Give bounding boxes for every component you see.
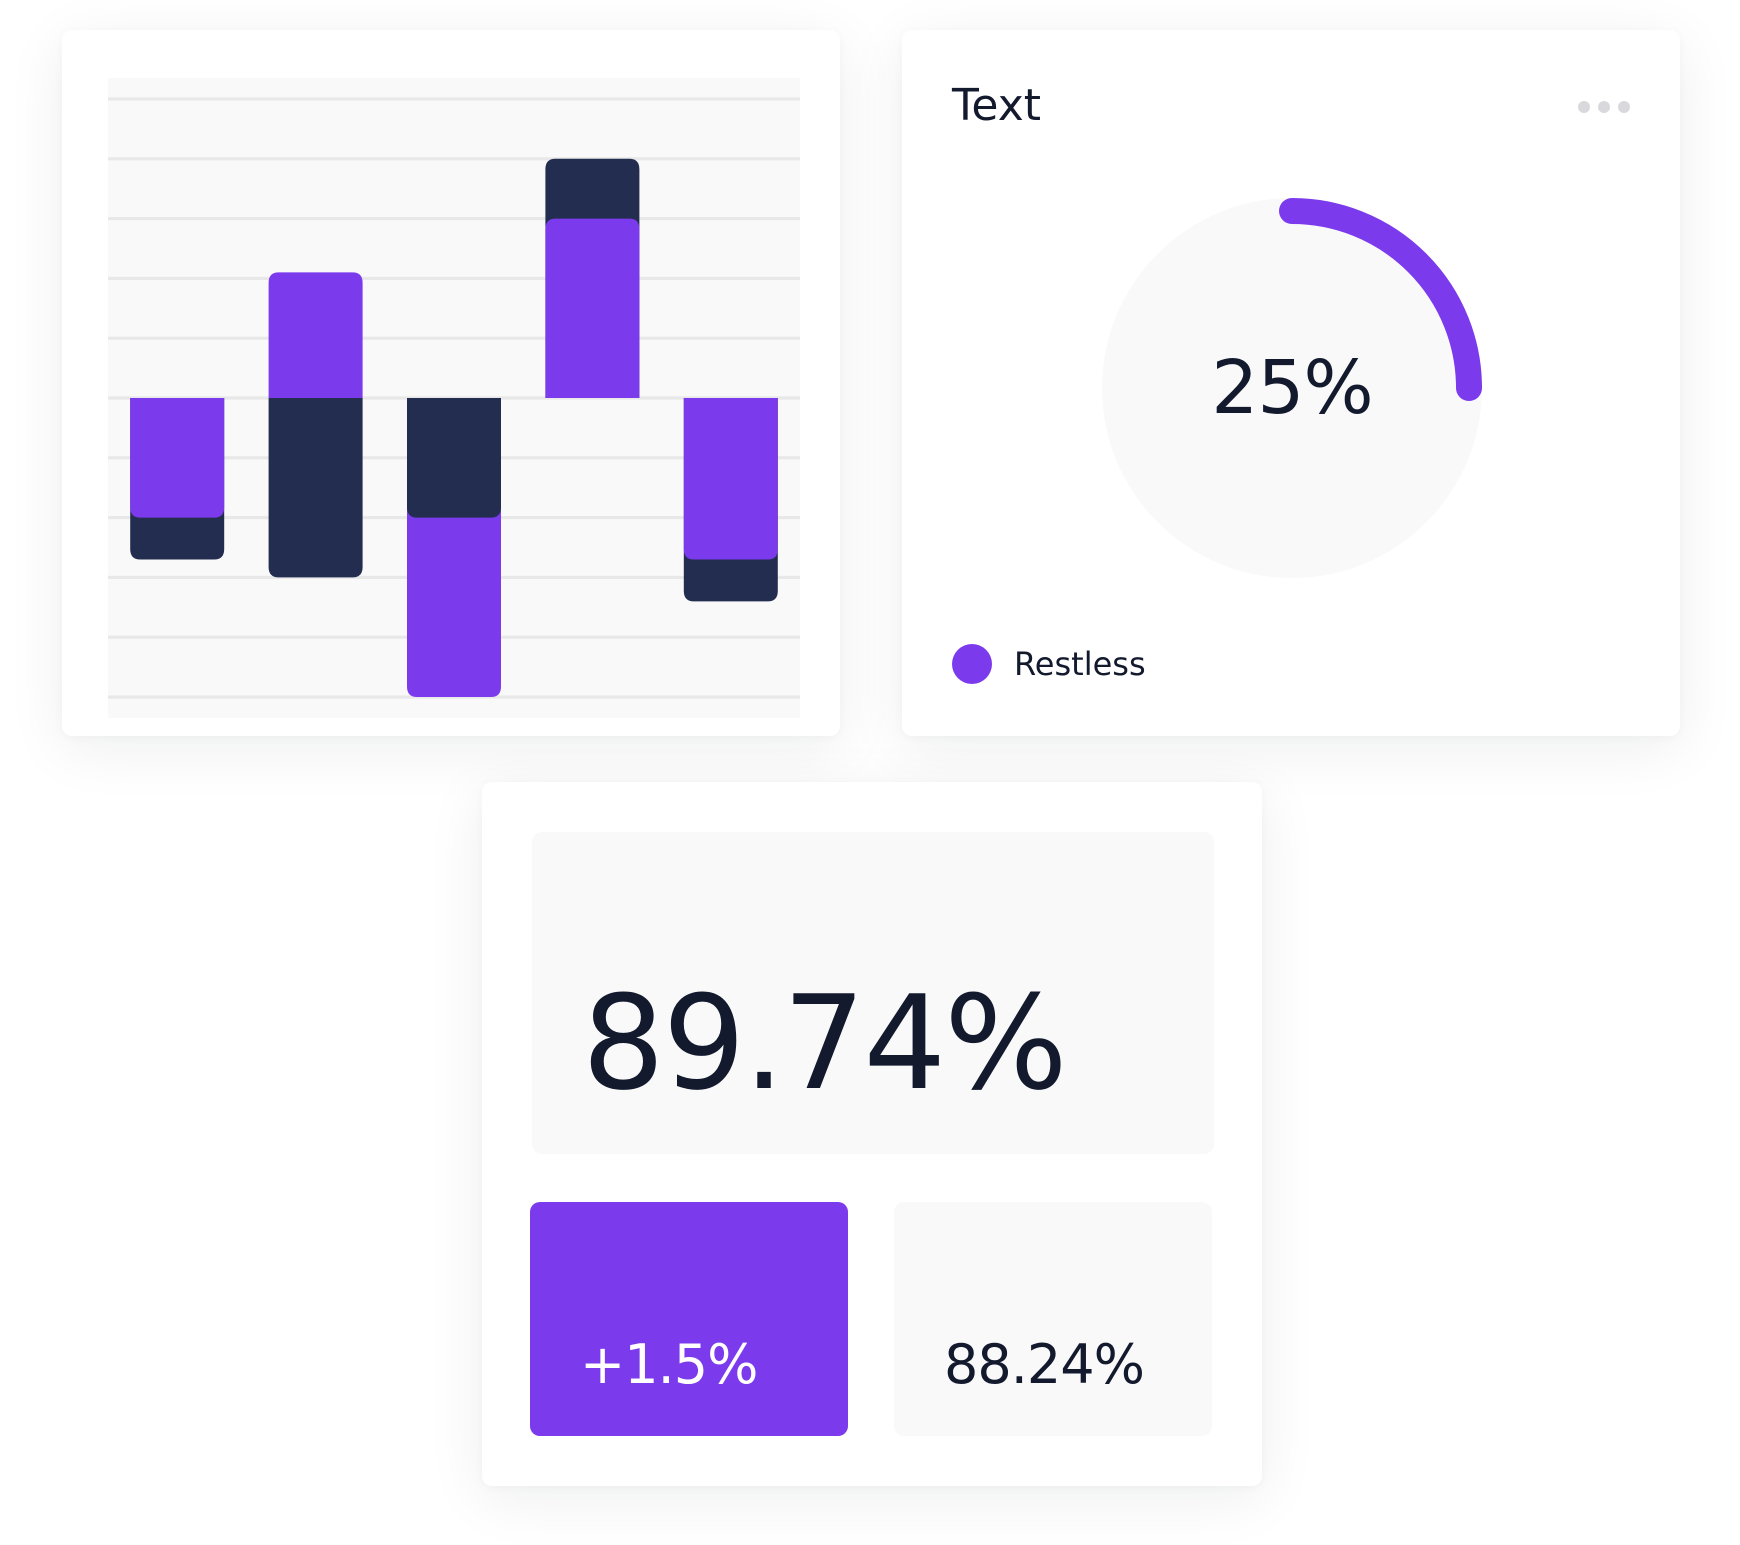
- bar-series-2: [130, 398, 225, 518]
- stat-card: 89.74% +1.5% 88.24%: [482, 782, 1262, 1486]
- dot: [1598, 100, 1610, 113]
- change-stat-tile: +1.5%: [530, 1202, 848, 1436]
- bar-series-2: [545, 218, 640, 398]
- donut-card: Text 25% Restless: [902, 30, 1680, 736]
- bar-series-1: [407, 398, 501, 518]
- bar-chart: [108, 78, 800, 718]
- secondary-stat-tile: 88.24%: [894, 1202, 1212, 1436]
- bar-series-2: [683, 398, 778, 560]
- more-options-icon[interactable]: [1578, 96, 1638, 114]
- change-stat-value: +1.5%: [580, 1333, 758, 1396]
- legend-dot-icon: [952, 644, 992, 684]
- donut-title: Text: [952, 80, 1041, 131]
- bar-chart-card: [62, 30, 840, 736]
- bar-series-1: [268, 398, 363, 578]
- legend-label: Restless: [1014, 645, 1146, 683]
- main-stat-value: 89.74%: [582, 967, 1068, 1119]
- main-stat-tile: 89.74%: [532, 832, 1214, 1154]
- dot: [1618, 100, 1630, 113]
- legend: Restless: [952, 644, 1146, 684]
- secondary-stat-value: 88.24%: [944, 1333, 1145, 1396]
- donut-value: 25%: [1211, 345, 1373, 431]
- bar-series-2: [268, 272, 363, 398]
- dot: [1578, 100, 1590, 113]
